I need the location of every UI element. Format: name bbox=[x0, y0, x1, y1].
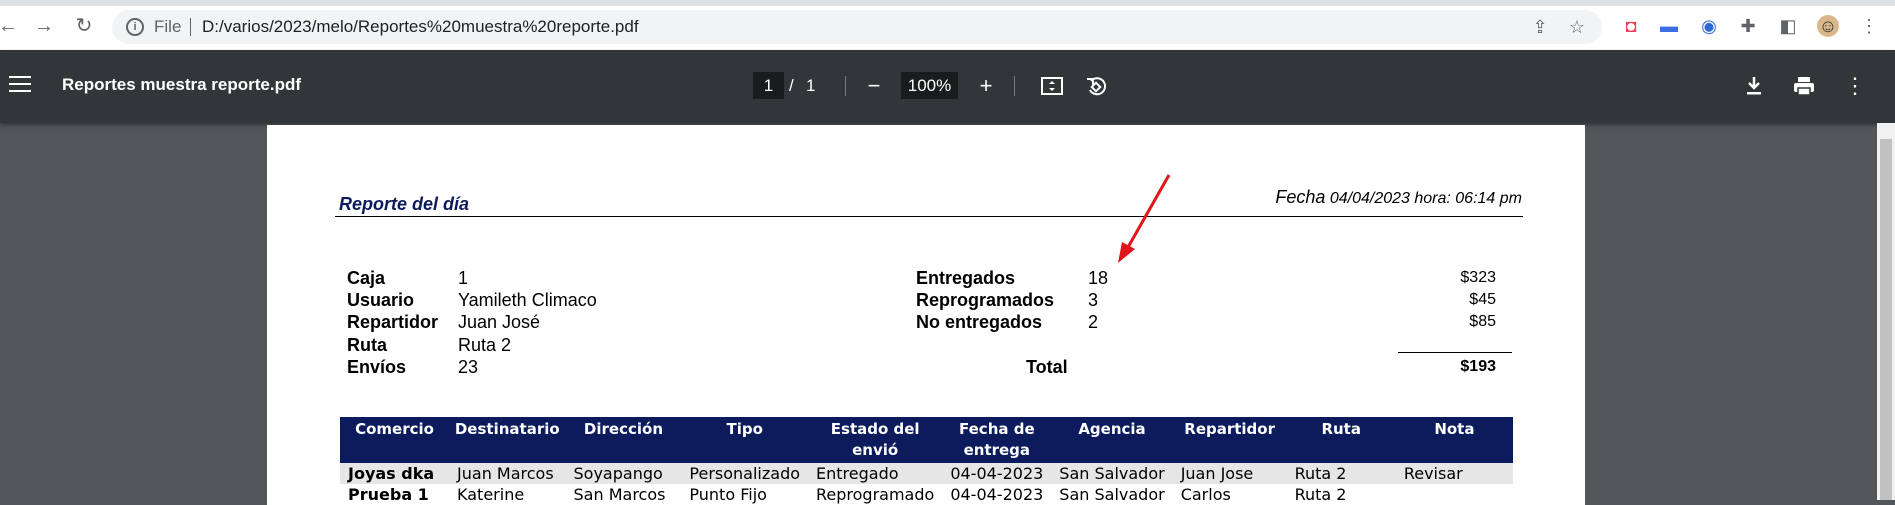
hamburger-menu-icon[interactable] bbox=[9, 76, 31, 94]
cell-nota: Revisar bbox=[1395, 463, 1513, 484]
browser-toolbar: ← → ↻ i File D:/varios/2023/melo/Reporte… bbox=[0, 0, 1895, 50]
browser-menu-icon[interactable]: ⋮ bbox=[1858, 15, 1880, 37]
col-destinatario: Destinatario bbox=[449, 417, 566, 463]
cell-direccion: San Marcos bbox=[573, 485, 666, 504]
tabstrip-edge bbox=[0, 0, 1895, 6]
cell-destinatario: Katerine bbox=[457, 485, 525, 504]
bookmark-star-icon[interactable]: ☆ bbox=[1567, 17, 1587, 37]
extensions-puzzle-icon[interactable]: ✚ bbox=[1737, 15, 1759, 37]
cell-tipo: Punto Fijo bbox=[689, 485, 767, 504]
download-icon[interactable] bbox=[1740, 72, 1768, 100]
arrow-head bbox=[1118, 242, 1135, 263]
col-ruta: Ruta bbox=[1286, 417, 1396, 463]
cell-agencia: San Salvador bbox=[1059, 485, 1165, 504]
cell-tipo: Personalizado bbox=[681, 463, 809, 484]
zoom-out-icon[interactable]: − bbox=[860, 72, 888, 100]
forward-icon[interactable]: → bbox=[32, 14, 56, 38]
cell-direccion: Soyapango bbox=[565, 463, 682, 484]
profile-avatar[interactable]: ☺ bbox=[1817, 15, 1839, 37]
cell-comercio: Prueba 1 bbox=[348, 485, 429, 504]
arrow-shaft bbox=[1125, 174, 1171, 250]
table-row: Joyas dka Juan Marcos Soyapango Personal… bbox=[340, 463, 1513, 484]
cell-estado: Entregado bbox=[808, 463, 943, 484]
page-number-input[interactable]: 1 bbox=[753, 72, 784, 99]
cell-agencia: San Salvador bbox=[1051, 463, 1173, 484]
table-header-row: Comercio Destinatario Dirección Tipo Est… bbox=[340, 417, 1513, 463]
reload-icon[interactable]: ↻ bbox=[72, 14, 96, 38]
page-separator: / bbox=[789, 76, 794, 95]
print-icon[interactable] bbox=[1790, 72, 1818, 100]
pdf-toolbar: Reportes muestra reporte.pdf 1 / 1 − 100… bbox=[0, 50, 1895, 123]
col-fecha-entrega: Fecha de entrega bbox=[942, 417, 1052, 463]
more-options-icon[interactable]: ⋮ bbox=[1841, 72, 1869, 100]
cell-ruta: Ruta 2 bbox=[1294, 485, 1347, 504]
scrollbar-thumb[interactable] bbox=[1880, 139, 1892, 500]
cell-nota bbox=[1396, 484, 1513, 505]
url-text[interactable]: D:/varios/2023/melo/Reportes%20muestra%2… bbox=[202, 17, 639, 37]
col-tipo: Tipo bbox=[681, 417, 809, 463]
omnibox-divider bbox=[190, 18, 191, 36]
pocket-extension-icon[interactable]: ◘ bbox=[1620, 15, 1642, 37]
zoom-input[interactable]: 100% bbox=[901, 72, 958, 99]
col-comercio: Comercio bbox=[340, 417, 450, 463]
cell-destinatario: Juan Marcos bbox=[449, 463, 566, 484]
col-agencia: Agencia bbox=[1051, 417, 1173, 463]
col-repartidor: Repartidor bbox=[1172, 417, 1287, 463]
file-scheme-label: File bbox=[154, 17, 182, 36]
document-title: Reportes muestra reporte.pdf bbox=[62, 75, 301, 94]
extension-record-icon[interactable]: ◉ bbox=[1698, 15, 1720, 37]
share-icon[interactable]: ⇪ bbox=[1530, 17, 1550, 37]
cell-ruta: Ruta 2 bbox=[1286, 463, 1396, 484]
cell-comercio: Joyas dka bbox=[340, 463, 450, 484]
site-info-icon[interactable]: i bbox=[126, 18, 144, 36]
col-nota: Nota bbox=[1395, 417, 1513, 463]
page-total: 1 bbox=[806, 76, 816, 95]
rotate-icon[interactable] bbox=[1082, 72, 1110, 100]
toolbar-divider bbox=[845, 76, 846, 96]
cell-fecha: 04-04-2023 bbox=[950, 485, 1044, 504]
side-panel-icon[interactable]: ◧ bbox=[1777, 15, 1799, 37]
table-row: Prueba 1 Katerine San Marcos Punto Fijo … bbox=[340, 484, 1513, 505]
cell-estado: Reprogramado bbox=[816, 485, 935, 504]
deliveries-table: Comercio Destinatario Dirección Tipo Est… bbox=[340, 417, 1513, 505]
address-bar[interactable]: i File D:/varios/2023/melo/Reportes%20mu… bbox=[112, 10, 1602, 44]
col-direccion: Dirección bbox=[565, 417, 682, 463]
toolbar-divider bbox=[1014, 76, 1015, 96]
cell-repartidor: Juan Jose bbox=[1172, 463, 1287, 484]
col-estado: Estado del envió bbox=[808, 417, 943, 463]
extension-blue-window-icon[interactable]: ▬ bbox=[1658, 15, 1680, 37]
cell-repartidor: Carlos bbox=[1180, 485, 1231, 504]
cell-fecha: 04-04-2023 bbox=[942, 463, 1052, 484]
pdf-page: Reporte del día Fecha 04/04/2023 hora: 0… bbox=[267, 125, 1585, 505]
back-icon[interactable]: ← bbox=[0, 14, 20, 38]
zoom-in-icon[interactable]: + bbox=[972, 72, 1000, 100]
viewer-scrollbar[interactable] bbox=[1877, 123, 1895, 500]
fit-to-page-icon[interactable] bbox=[1038, 72, 1066, 100]
